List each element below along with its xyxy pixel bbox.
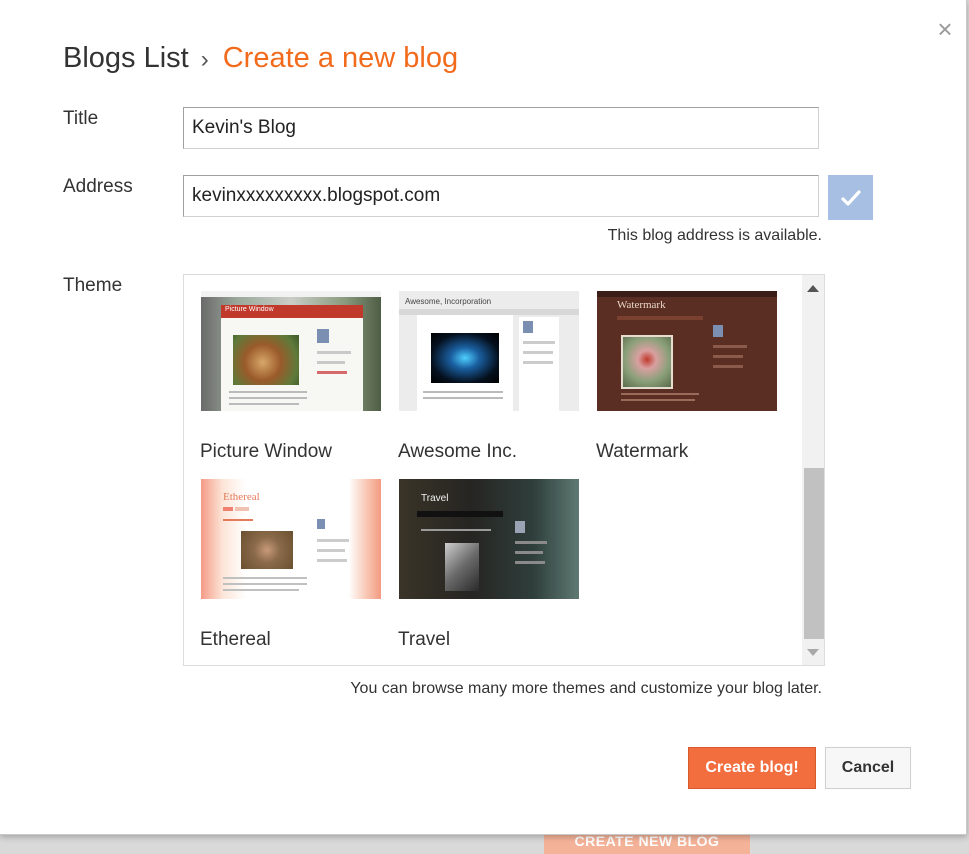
theme-name: Watermark — [596, 441, 689, 462]
title-input[interactable] — [183, 107, 819, 149]
breadcrumb-separator: › — [200, 46, 209, 73]
theme-picture-window[interactable]: Picture Window Picture Window — [200, 291, 381, 462]
theme-name: Awesome Inc. — [398, 441, 517, 462]
theme-hint-text: You can browse many more themes and cust… — [350, 680, 822, 697]
theme-label: Theme — [63, 275, 123, 296]
theme-thumb-title: Picture Window — [225, 306, 274, 313]
close-icon[interactable]: × — [932, 14, 958, 44]
create-blog-dialog: × Blogs List › Create a new blog Title Add… — [0, 0, 967, 835]
create-blog-button[interactable]: Create blog! — [688, 747, 816, 789]
address-label: Address — [63, 176, 133, 197]
checkmark-icon — [840, 189, 861, 206]
theme-name: Travel — [398, 629, 451, 650]
address-check-button[interactable] — [828, 175, 873, 220]
address-status-text: This blog address is available. — [607, 227, 822, 244]
scroll-down-arrow-icon[interactable] — [807, 649, 819, 656]
backdrop-create-new-blog-button: CREATE NEW BLOG — [544, 834, 750, 854]
cancel-button[interactable]: Cancel — [825, 747, 911, 789]
title-label: Title — [63, 108, 99, 129]
theme-scrollbar[interactable] — [802, 275, 824, 665]
theme-thumbnail: Awesome, Incorporation — [399, 291, 579, 411]
theme-thumbnail: Watermark — [597, 291, 777, 411]
theme-watermark[interactable]: Watermark Watermark — [596, 291, 777, 462]
breadcrumb-blogs-list-link[interactable]: Blogs List — [63, 42, 189, 74]
theme-name: Picture Window — [200, 441, 332, 462]
address-input[interactable] — [183, 175, 819, 217]
theme-thumbnail: Picture Window — [201, 291, 381, 411]
theme-name: Ethereal — [200, 629, 271, 650]
theme-thumb-title: Travel — [421, 493, 449, 504]
theme-thumbnail: Travel — [399, 479, 579, 599]
theme-travel[interactable]: Travel Travel — [398, 479, 579, 650]
page-title: Create a new blog — [222, 42, 459, 74]
theme-thumb-title: Ethereal — [223, 491, 260, 503]
breadcrumb: Blogs List › Create a new blog — [63, 42, 458, 75]
theme-thumbnail: Ethereal — [201, 479, 381, 599]
scroll-up-arrow-icon[interactable] — [807, 285, 819, 292]
theme-thumb-title: Awesome, Incorporation — [405, 297, 492, 306]
scrollbar-thumb[interactable] — [804, 468, 824, 639]
theme-picker: Picture Window Picture Window Awesome, I… — [183, 274, 825, 666]
theme-ethereal[interactable]: Ethereal Ethereal — [200, 479, 381, 650]
theme-thumb-title: Watermark — [617, 299, 666, 311]
theme-awesome-inc[interactable]: Awesome, Incorporation Awesome Inc. — [398, 291, 579, 462]
